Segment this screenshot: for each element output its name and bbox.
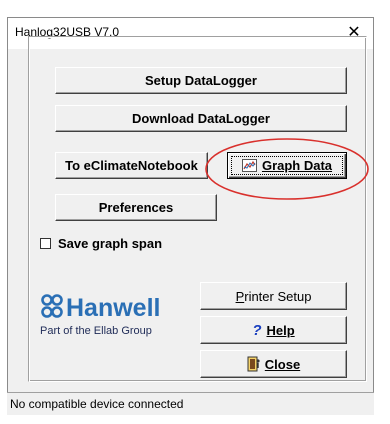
graph-data-label: Graph Data [261,158,333,173]
exit-door-icon [247,356,260,372]
download-datalogger-label: Download DataLogger [132,111,270,126]
status-bar: No compatible device connected [7,392,374,415]
graph-data-button[interactable]: Graph Data [227,152,347,179]
printer-setup-button[interactable]: Printer Setup [200,282,347,310]
help-label: Help [266,322,295,338]
download-datalogger-button[interactable]: Download DataLogger [55,105,347,132]
close-label: Close [264,356,301,372]
hanwell-brand-text: Hanwell [66,294,160,322]
printer-setup-label: Printer Setup [235,288,312,304]
chart-icon [241,159,257,172]
setup-datalogger-label: Setup DataLogger [145,73,257,88]
eclimatenotebook-button[interactable]: To eClimateNotebook [55,152,208,179]
save-graph-span-label: Save graph span [58,236,163,251]
status-text: No compatible device connected [10,397,184,411]
hanwell-mark-icon [41,294,63,318]
save-graph-span-row[interactable]: Save graph span [40,236,162,251]
help-button[interactable]: ? Help [200,316,347,344]
printer-setup-rest: rinter Setup [244,288,312,304]
hanwell-tagline: Part of the Ellab Group [40,325,152,337]
preferences-label: Preferences [98,200,174,215]
save-graph-span-checkbox[interactable] [40,238,51,249]
hanwell-logo: Hanwell [41,294,160,322]
preferences-button[interactable]: Preferences [55,194,217,221]
close-button[interactable]: Close [200,350,347,378]
help-question-icon: ? [252,321,262,339]
setup-datalogger-button[interactable]: Setup DataLogger [55,67,347,94]
eclimatenotebook-label: To eClimateNotebook [65,158,198,173]
